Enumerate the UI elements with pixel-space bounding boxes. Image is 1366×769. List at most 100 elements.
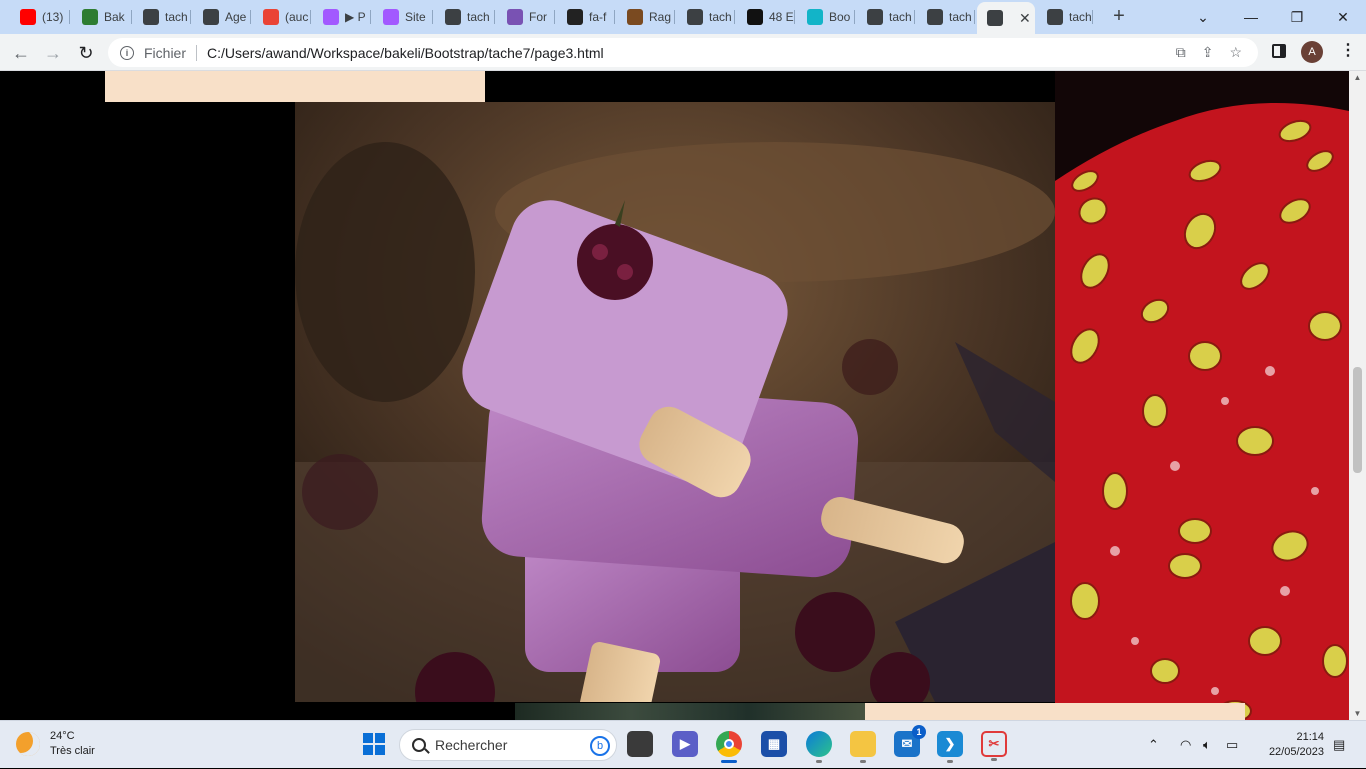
page-scrollbar[interactable]: ▲ ▼ <box>1349 71 1366 720</box>
minimize-button[interactable]: — <box>1228 0 1274 34</box>
vscode-icon[interactable]: ❯ <box>937 731 963 763</box>
battery-icon[interactable]: ▭ <box>1226 721 1238 769</box>
tab-separator <box>1092 10 1093 24</box>
tab-separator <box>250 10 251 24</box>
bing-icon[interactable]: b <box>590 736 610 756</box>
globe-icon <box>927 9 943 25</box>
globe-icon <box>445 9 461 25</box>
globe-outline-icon <box>203 9 219 25</box>
notifications-icon[interactable]: ▤ <box>1333 721 1345 769</box>
close-window-button[interactable]: ✕ <box>1320 0 1366 34</box>
peach-card-bottom <box>865 703 1245 720</box>
globe-icon <box>1047 9 1063 25</box>
show-hidden-icons-chevron-icon[interactable]: ⌃ <box>1148 721 1159 769</box>
address-bar[interactable]: i Fichier C:/Users/awand/Workspace/bakel… <box>108 38 1258 67</box>
tab-16[interactable]: ✕ <box>977 2 1035 34</box>
weather-widget[interactable]: 24°C Très clair <box>16 729 95 759</box>
teams-chat-icon[interactable]: ▶ <box>672 731 698 757</box>
page-viewport <box>0 71 1349 720</box>
microsoft-store-icon[interactable]: ▦ <box>761 731 787 757</box>
chrome-icon[interactable] <box>716 731 742 763</box>
tab-title: (13) <box>42 10 64 24</box>
edge-icon[interactable] <box>806 731 832 763</box>
scroll-up-arrow-icon[interactable]: ▲ <box>1353 73 1362 82</box>
tab-13[interactable]: Boo <box>797 4 855 30</box>
tab-separator <box>854 10 855 24</box>
tab-17[interactable]: tach <box>1037 4 1093 30</box>
mail-icon[interactable]: ✉ 1 <box>894 725 926 757</box>
clock-time: 21:14 <box>1296 731 1324 743</box>
globe-icon <box>867 9 883 25</box>
taskbar-search[interactable]: Rechercher b <box>399 729 617 761</box>
tab-7[interactable]: tach <box>435 4 495 30</box>
file-explorer-icon[interactable] <box>850 731 876 763</box>
tab-separator <box>131 10 132 24</box>
running-indicator <box>860 760 866 763</box>
reload-button[interactable]: ↻ <box>73 40 99 66</box>
forward-button[interactable]: → <box>40 40 66 66</box>
moon-weather-icon <box>16 732 40 756</box>
bakeli-icon <box>82 9 98 25</box>
strawberry-illustration <box>1055 71 1349 720</box>
browser-toolbar: ← → ↻ i Fichier C:/Users/awand/Workspace… <box>0 34 1366 71</box>
url-text[interactable]: C:/Users/awand/Workspace/bakeli/Bootstra… <box>207 45 604 61</box>
task-view-icon[interactable] <box>627 731 653 757</box>
tab-2[interactable]: tach <box>133 4 191 30</box>
peach-card-top <box>105 71 485 102</box>
tab-separator <box>370 10 371 24</box>
tab-12[interactable]: 48 E <box>737 4 795 30</box>
tab-0[interactable]: (13) <box>10 4 70 30</box>
search-icon <box>412 738 426 752</box>
side-panel-icon[interactable] <box>1272 44 1286 58</box>
tab-15[interactable]: tach <box>917 4 975 30</box>
bookmark-star-icon[interactable]: ☆ <box>1229 44 1242 61</box>
taskbar-clock[interactable]: 21:14 22/05/2023 <box>1256 730 1324 760</box>
tab-title: fa-f <box>589 10 607 24</box>
tab-strip: tach ✕ tach tach Boo 48 E tach Rag fa-f For tach Si… <box>0 0 1366 34</box>
tab-3[interactable]: Age <box>193 4 251 30</box>
snipping-tool-icon[interactable]: ✂ <box>981 731 1007 761</box>
close-tab-icon[interactable]: ✕ <box>1019 10 1031 27</box>
tab-title: Rag <box>649 10 672 24</box>
mail-badge: 1 <box>912 725 926 739</box>
tab-title: tach <box>165 10 188 24</box>
globe-icon <box>987 10 1003 26</box>
tab-10[interactable]: Rag <box>617 4 675 30</box>
weather-temperature: 24°C <box>50 730 75 742</box>
new-tab-button[interactable]: + <box>1108 5 1130 27</box>
menu-kebab-icon[interactable]: ⋮ <box>1340 40 1356 60</box>
tab-separator <box>494 10 495 24</box>
omnibox-actions: ⧉ ⇪ ☆ <box>1176 44 1242 61</box>
wifi-icon[interactable]: ◠ <box>1180 721 1191 769</box>
weather-condition: Très clair <box>50 745 95 757</box>
tab-11[interactable]: tach <box>677 4 735 30</box>
tab-6[interactable]: Site <box>373 4 433 30</box>
tab-separator <box>432 10 433 24</box>
scroll-down-arrow-icon[interactable]: ▼ <box>1353 709 1362 718</box>
share-icon[interactable]: ⇪ <box>1202 44 1214 61</box>
volume-icon[interactable]: 🔈︎ <box>1203 721 1211 769</box>
tab-title: For <box>529 10 547 24</box>
tab-separator <box>974 10 975 24</box>
tab-8[interactable]: For <box>497 4 555 30</box>
globe-icon <box>687 9 703 25</box>
scrollbar-thumb[interactable] <box>1353 367 1362 473</box>
maximize-button[interactable]: ❐ <box>1274 0 1320 34</box>
dark-image-strip <box>515 703 865 720</box>
tab-4[interactable]: (auc <box>253 4 311 30</box>
tab-5[interactable]: ▶ P <box>313 4 371 30</box>
globe-icon <box>143 9 159 25</box>
tab-title: tach <box>467 10 490 24</box>
tab-search-dropdown-icon[interactable]: ⌄ <box>1180 0 1226 34</box>
running-indicator <box>721 760 737 763</box>
profile-avatar[interactable]: A <box>1301 41 1323 63</box>
tab-14[interactable]: tach <box>857 4 915 30</box>
windows-logo-icon <box>363 733 385 755</box>
running-indicator <box>816 760 822 763</box>
start-button[interactable] <box>361 731 387 757</box>
back-button[interactable]: ← <box>8 40 34 66</box>
tab-1[interactable]: Bak <box>72 4 132 30</box>
tab-9[interactable]: fa-f <box>557 4 615 30</box>
site-info-icon[interactable]: i <box>120 45 134 60</box>
translate-icon[interactable]: ⧉ <box>1176 44 1186 61</box>
